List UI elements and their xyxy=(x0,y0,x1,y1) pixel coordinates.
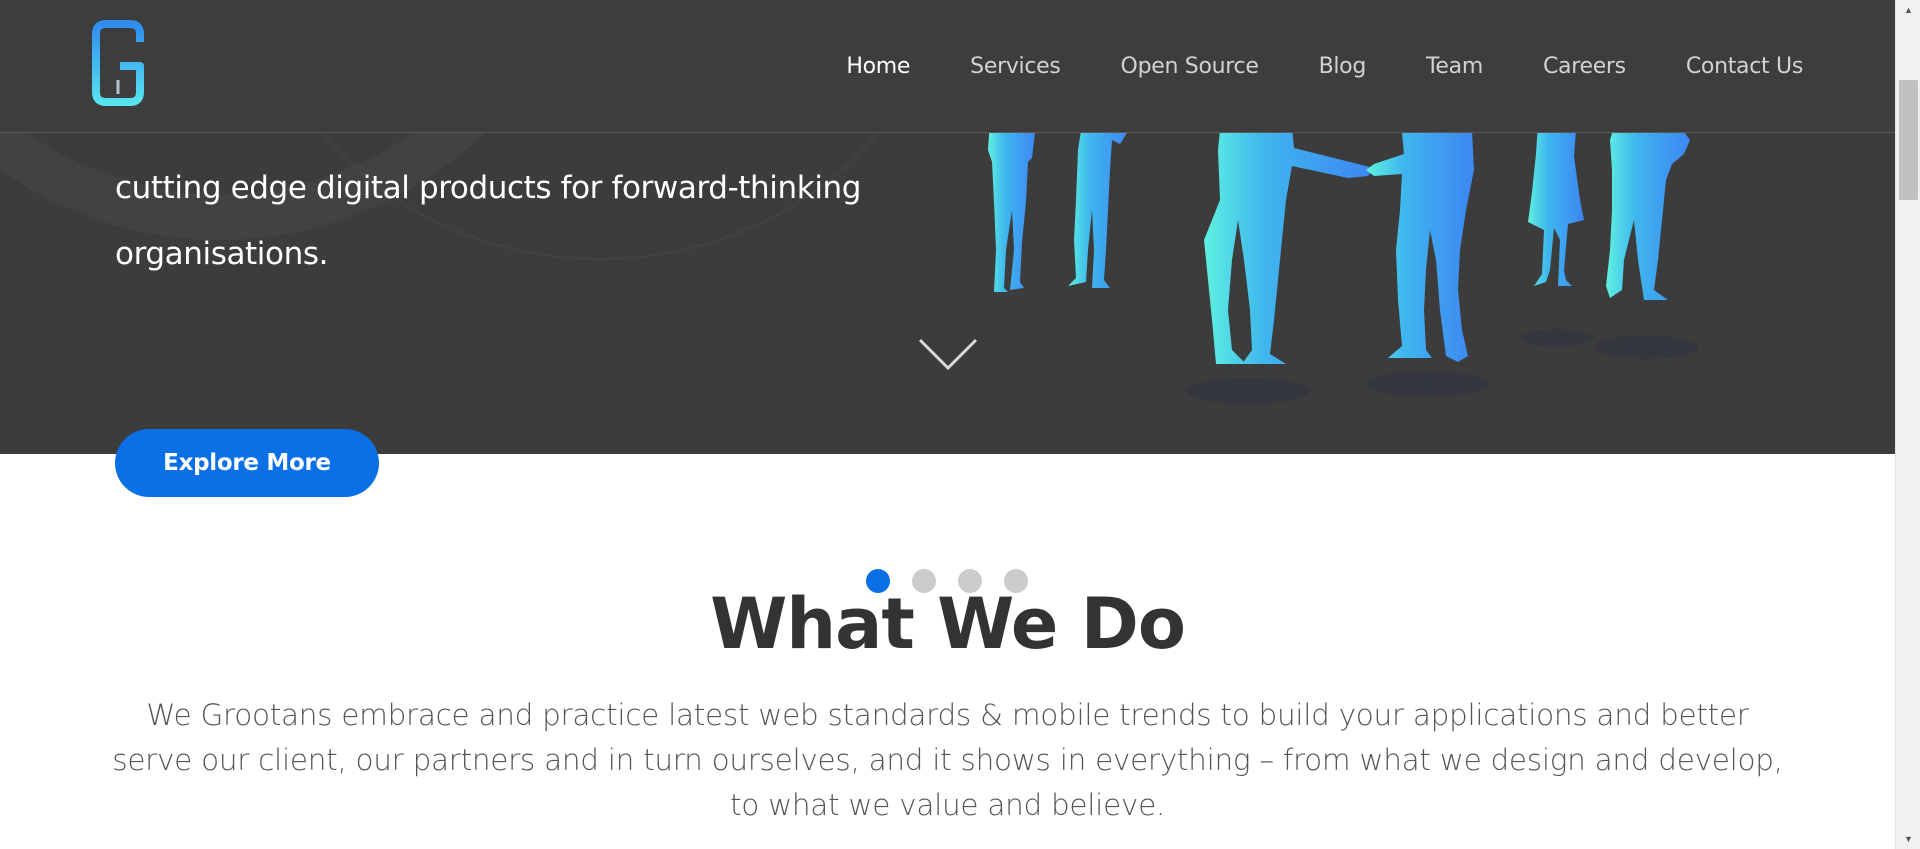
explore-more-button[interactable]: Explore More xyxy=(115,429,379,497)
hero-text-line: cutting edge digital products for forwar… xyxy=(115,170,862,206)
page-viewport: cutting edge digital products for forwar… xyxy=(0,0,1895,849)
scrollbar-thumb[interactable] xyxy=(1899,80,1918,200)
grootans-g-logo[interactable] xyxy=(90,20,146,106)
what-we-do-title: What We Do xyxy=(710,583,1186,665)
scroll-down-arrow-icon[interactable]: ▼ xyxy=(1896,829,1920,849)
nav-item-careers[interactable]: Careers xyxy=(1543,54,1626,79)
vertical-scrollbar[interactable]: ▲ ▼ xyxy=(1895,0,1920,849)
nav-item-home[interactable]: Home xyxy=(846,54,910,79)
scroll-up-arrow-icon[interactable]: ▲ xyxy=(1896,0,1920,20)
nav-item-contact-us[interactable]: Contact Us xyxy=(1686,54,1803,79)
nav-item-team[interactable]: Team xyxy=(1426,54,1483,79)
chevron-down-icon[interactable] xyxy=(916,334,980,374)
nav-item-open-source[interactable]: Open Source xyxy=(1121,54,1259,79)
main-navigation: Home Services Open Source Blog Team Care… xyxy=(786,48,1803,84)
people-handshake-illustration xyxy=(988,110,1698,404)
nav-item-services[interactable]: Services xyxy=(970,54,1061,79)
nav-item-blog[interactable]: Blog xyxy=(1319,54,1367,79)
what-we-do-description: We Grootans embrace and practice latest … xyxy=(112,698,1783,822)
hero-text-line: organisations. xyxy=(115,236,329,272)
site-header: Home Services Open Source Blog Team Care… xyxy=(0,0,1895,133)
